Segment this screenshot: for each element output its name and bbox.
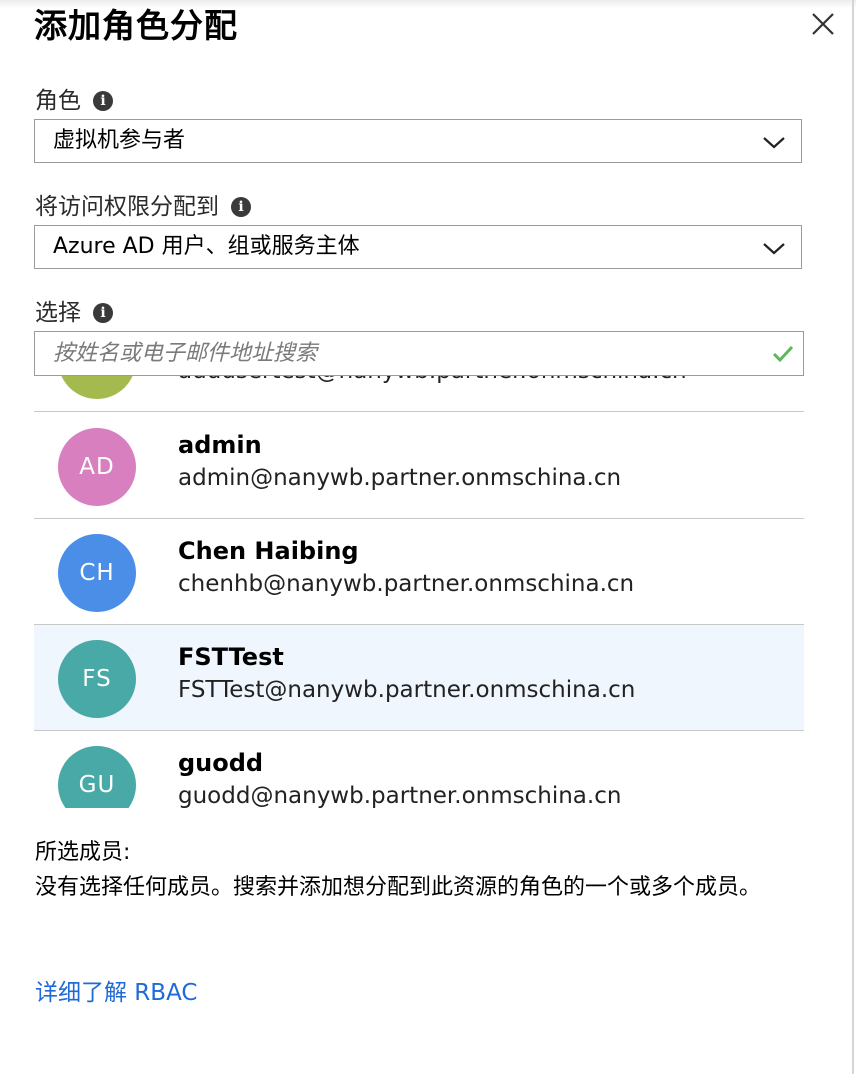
select-label-row: 选择 i [35, 298, 113, 328]
selected-members-title: 所选成员: [35, 840, 131, 865]
select-label: 选择 [35, 300, 81, 326]
page-title: 添加角色分配 [34, 6, 238, 45]
info-icon[interactable]: i [231, 197, 251, 217]
learn-rbac-link[interactable]: 详细了解 RBAC [35, 978, 197, 1008]
role-label-row: 角色 i [35, 86, 113, 116]
assign-access-value: Azure AD 用户、组或服务主体 [53, 234, 360, 259]
user-email: admin@nanywb.partner.onmschina.cn [178, 465, 622, 491]
user-name: Chen Haibing [178, 537, 359, 565]
avatar: CH [58, 534, 136, 612]
user-email: addusertest@nanywb.partner.onmschina.cn [178, 376, 687, 386]
close-button[interactable] [805, 6, 841, 42]
list-item-selected[interactable]: FS FSTTest FSTTest@nanywb.partner.onmsch… [34, 625, 804, 731]
chevron-down-icon [763, 137, 785, 149]
checkmark-icon [772, 345, 794, 363]
avatar: GU [58, 746, 136, 808]
assign-access-dropdown[interactable]: Azure AD 用户、组或服务主体 [34, 225, 802, 269]
search-input[interactable] [35, 332, 755, 375]
user-email: FSTTest@nanywb.partner.onmschina.cn [178, 677, 636, 703]
info-icon[interactable]: i [93, 303, 113, 323]
user-email: guodd@nanywb.partner.onmschina.cn [178, 783, 622, 808]
user-name: admin [178, 431, 262, 459]
search-box [34, 331, 804, 376]
role-dropdown[interactable]: 虚拟机参与者 [34, 119, 802, 163]
user-name: guodd [178, 749, 264, 777]
avatar: AD [58, 428, 136, 506]
info-icon[interactable]: i [93, 91, 113, 111]
list-item[interactable]: addusertest@nanywb.partner.onmschina.cn [34, 376, 804, 412]
assign-label-row: 将访问权限分配到 i [35, 192, 251, 222]
role-label: 角色 [35, 88, 81, 114]
list-item[interactable]: AD admin admin@nanywb.partner.onmschina.… [34, 413, 804, 519]
avatar: FS [58, 640, 136, 718]
user-name: FSTTest [178, 643, 284, 671]
selected-members-description: 没有选择任何成员。搜索并添加想分配到此资源的角色的一个或多个成员。 [35, 875, 762, 900]
chevron-down-icon [763, 243, 785, 255]
avatar [58, 376, 136, 399]
user-list[interactable]: addusertest@nanywb.partner.onmschina.cn … [34, 376, 804, 808]
panel-border [852, 0, 854, 1074]
list-item[interactable]: CH Chen Haibing chenhb@nanywb.partner.on… [34, 519, 804, 625]
list-item[interactable]: GU guodd guodd@nanywb.partner.onmschina.… [34, 731, 804, 808]
assign-access-label: 将访问权限分配到 [35, 194, 219, 220]
user-email: chenhb@nanywb.partner.onmschina.cn [178, 571, 635, 597]
role-value: 虚拟机参与者 [53, 128, 186, 153]
close-icon [812, 13, 834, 35]
